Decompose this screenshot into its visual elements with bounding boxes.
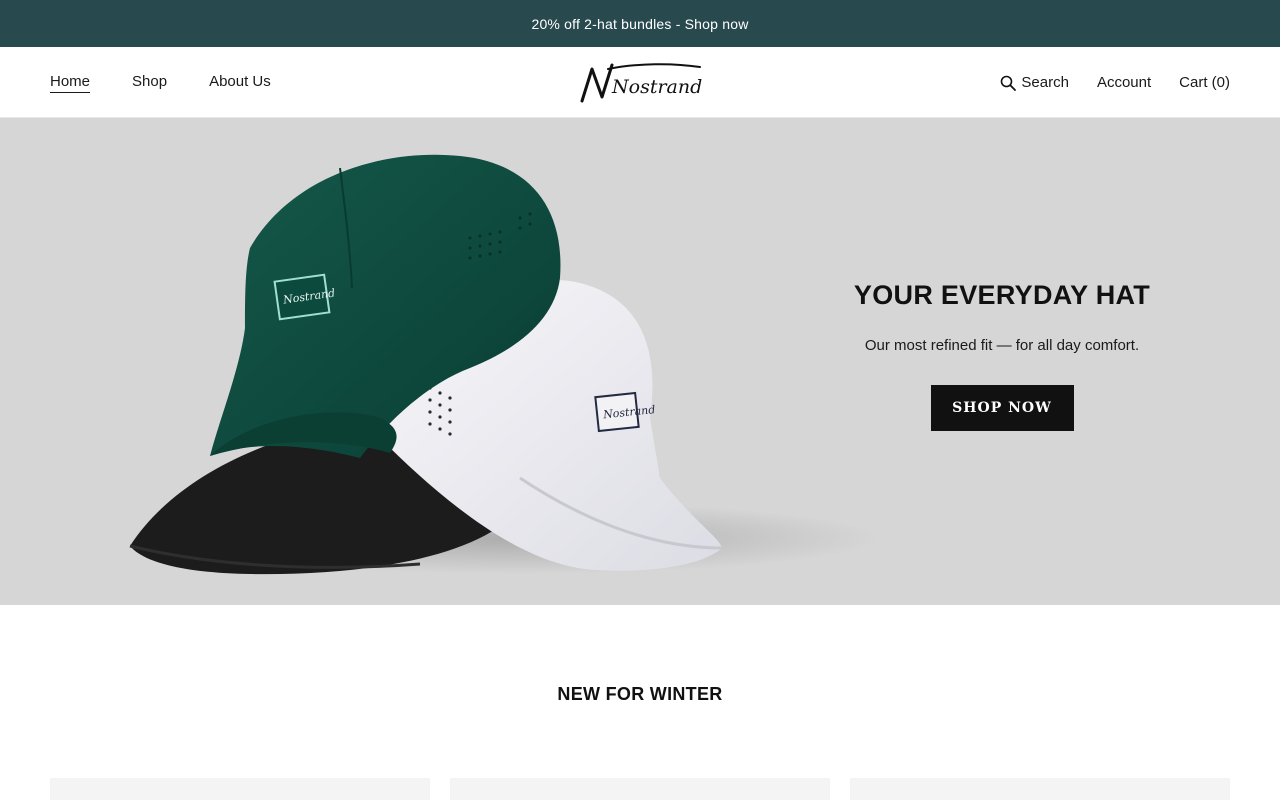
hero-title: YOUR EVERYDAY HAT (853, 280, 1151, 310)
main-nav: Home Shop About Us (50, 47, 313, 118)
shop-now-button[interactable]: SHOP NOW (930, 385, 1074, 431)
cart-link[interactable]: Cart (0) (1179, 74, 1230, 91)
nav-link-about-us[interactable]: About Us (209, 73, 271, 92)
nav-link-home[interactable]: Home (50, 73, 91, 93)
product-card[interactable] (450, 778, 830, 800)
account-link[interactable]: Account (1097, 74, 1151, 91)
product-card[interactable] (50, 778, 430, 800)
announcement-text[interactable]: 20% off 2-hat bundles - Shop now (531, 16, 748, 32)
hero-subtitle: Our most refined fit — for all day comfo… (864, 337, 1140, 354)
site-header: Home Shop About Us Nostrand Search Accou… (0, 47, 1280, 118)
logo-icon: Nostrand (580, 63, 702, 103)
announcement-bar[interactable]: 20% off 2-hat bundles - Shop now (0, 0, 1280, 47)
search-button[interactable]: Search (1000, 74, 1069, 91)
section-title: NEW FOR WINTER (557, 684, 723, 704)
utility-nav: Search Account Cart (0) (972, 47, 1230, 118)
hero-copy: YOUR EVERYDAY HAT Our most refined fit —… (802, 280, 1202, 431)
logo-wordmark: Nostrand (611, 76, 702, 98)
nav-link-shop[interactable]: Shop (132, 73, 167, 92)
hero-banner: Nostrand Nostrand YOUR EVERYDAY HAT Our … (0, 118, 1280, 605)
product-card[interactable] (850, 778, 1230, 800)
search-icon (1001, 75, 1017, 91)
search-label: Search (1021, 74, 1069, 91)
hero-hats-image[interactable]: Nostrand Nostrand (0, 118, 900, 605)
